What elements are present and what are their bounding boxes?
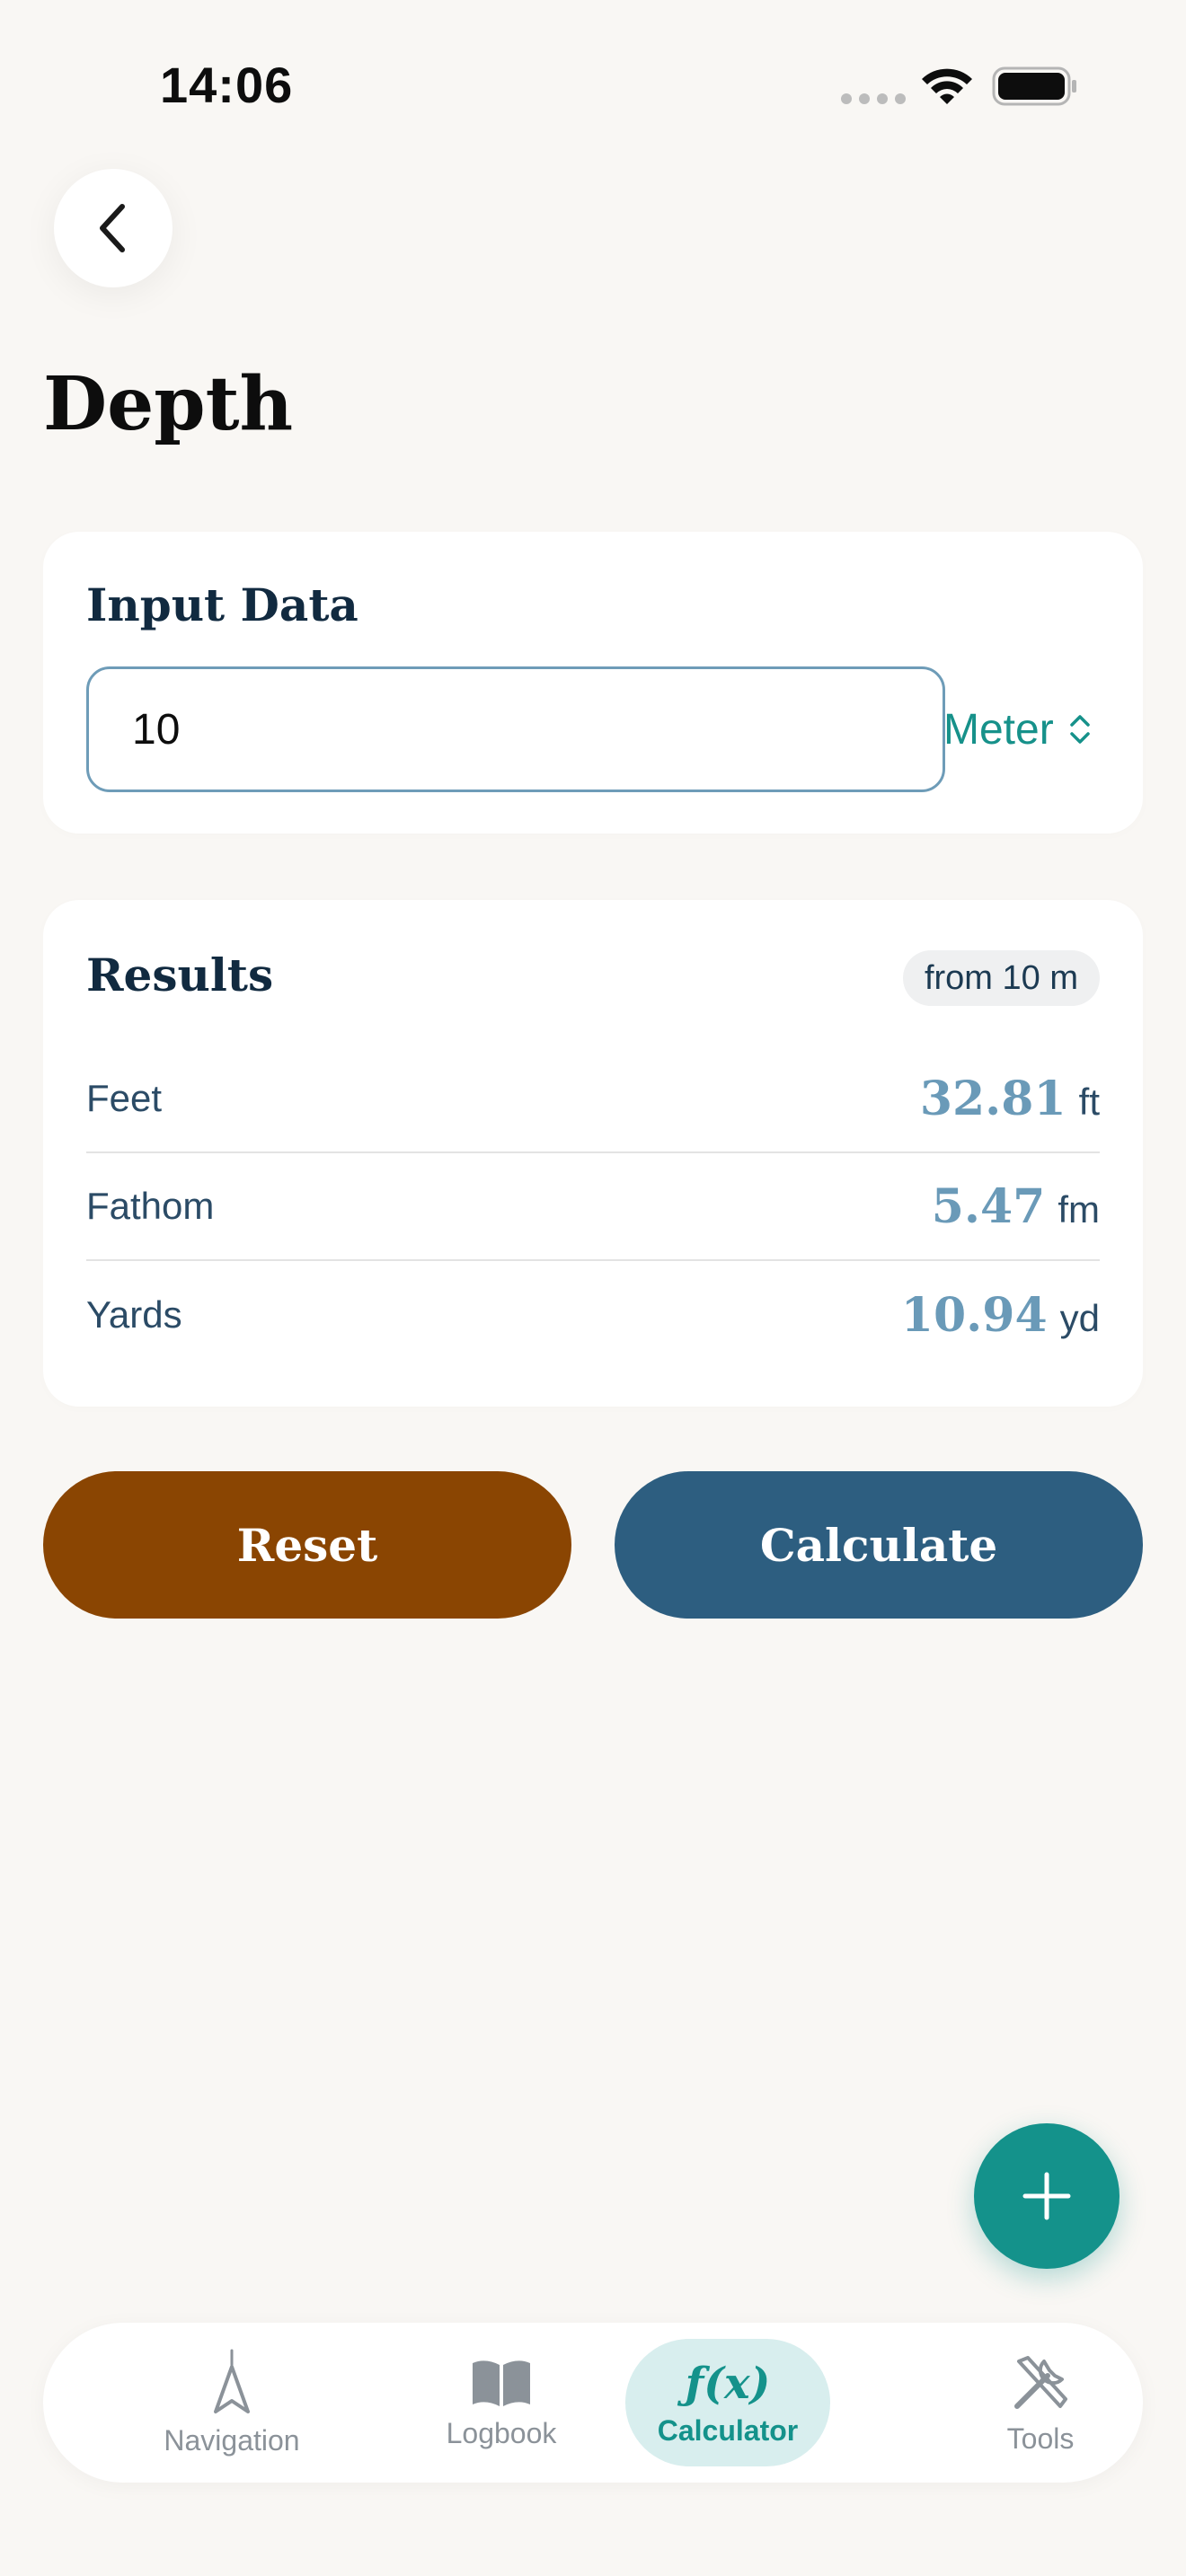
result-value: 32.81 ft xyxy=(920,1072,1100,1126)
result-row-feet: Feet 32.81 ft xyxy=(86,1045,1100,1153)
result-label: Yards xyxy=(86,1293,182,1336)
result-label: Fathom xyxy=(86,1185,215,1227)
unit-select[interactable]: Meter xyxy=(943,666,1143,792)
result-number: 10.94 xyxy=(900,1287,1048,1343)
unit-select-label: Meter xyxy=(943,705,1054,754)
result-row-yards: Yards 10.94 yd xyxy=(86,1261,1100,1369)
tab-navigation-label: Navigation xyxy=(164,2423,300,2457)
tools-icon xyxy=(1014,2355,1067,2409)
book-icon xyxy=(473,2360,530,2406)
result-number: 32.81 xyxy=(919,1071,1067,1126)
wifi-icon xyxy=(922,68,972,104)
result-unit: yd xyxy=(1059,1296,1100,1339)
result-unit: ft xyxy=(1078,1080,1100,1123)
compass-needle-icon xyxy=(214,2349,250,2413)
calculate-button[interactable]: Calculate xyxy=(615,1471,1143,1619)
result-label: Feet xyxy=(86,1077,163,1119)
result-value: 5.47 fm xyxy=(932,1179,1100,1234)
results-card: Results from 10 m Feet 32.81 ft Fathom 5… xyxy=(43,900,1143,1407)
back-button[interactable] xyxy=(54,169,173,287)
input-card-title: Input Data xyxy=(86,578,358,631)
tab-tools[interactable]: Tools xyxy=(938,2339,1143,2466)
tab-bar: Navigation Logbook ƒ(x) Calculator Tools xyxy=(43,2323,1143,2483)
status-bar: 14:06 xyxy=(0,0,1186,180)
status-time: 14:06 xyxy=(160,57,294,113)
add-button[interactable] xyxy=(974,2123,1120,2269)
result-value: 10.94 yd xyxy=(901,1288,1100,1343)
tab-calculator[interactable]: ƒ(x) Calculator xyxy=(625,2339,830,2466)
plus-icon xyxy=(1022,2172,1071,2220)
input-data-card: Input Data Meter xyxy=(43,532,1143,834)
result-unit: fm xyxy=(1058,1187,1100,1231)
results-card-title: Results xyxy=(86,948,274,1001)
tab-calculator-label: Calculator xyxy=(657,2413,799,2447)
tab-logbook-label: Logbook xyxy=(446,2416,557,2449)
tab-navigation[interactable]: Navigation xyxy=(129,2339,334,2466)
reset-button[interactable]: Reset xyxy=(43,1471,571,1619)
cellular-signal-icon xyxy=(841,93,906,104)
function-icon: ƒ(x) xyxy=(685,2358,771,2409)
chevron-left-icon xyxy=(100,204,125,252)
result-row-fathom: Fathom 5.47 fm xyxy=(86,1153,1100,1261)
tab-logbook[interactable]: Logbook xyxy=(399,2339,604,2466)
battery-icon xyxy=(992,66,1076,106)
tab-tools-label: Tools xyxy=(1006,2422,1075,2455)
result-number: 5.47 xyxy=(931,1178,1046,1234)
source-badge: from 10 m xyxy=(902,950,1100,1006)
page-title: Depth xyxy=(43,361,294,447)
chevron-up-down-icon xyxy=(1069,715,1090,744)
depth-value-input[interactable] xyxy=(86,666,945,792)
